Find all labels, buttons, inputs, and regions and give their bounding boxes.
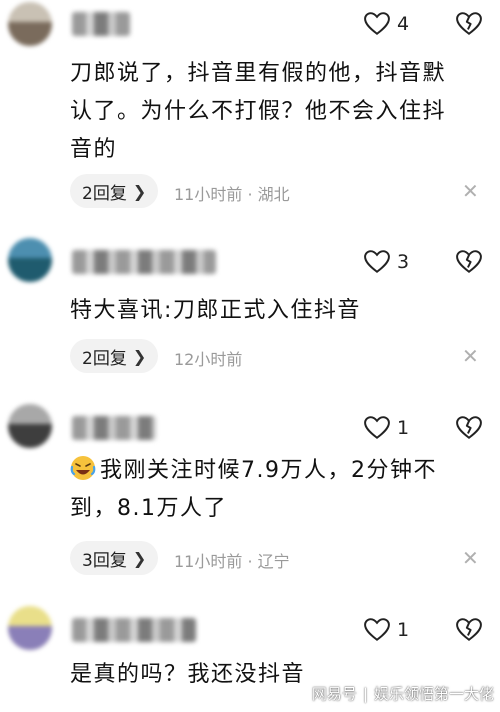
comment-line: 到，8.1万人了 (70, 496, 227, 521)
watermark-source: 网易号 (311, 685, 357, 703)
view-replies-button[interactable]: 3回复 ❯ (70, 541, 159, 575)
watermark-separator: | (362, 684, 368, 703)
avatar[interactable] (8, 606, 52, 650)
like-count: 3 (397, 251, 410, 273)
like-button[interactable]: 1 (364, 618, 409, 642)
chevron-right-icon: ❯ (132, 181, 147, 201)
heart-outline-icon (364, 12, 390, 35)
like-button[interactable]: 4 (364, 12, 409, 36)
dislike-button[interactable] (456, 250, 482, 278)
comment-line-text: 我刚关注时候7.9万人，2分钟不 (100, 458, 437, 483)
like-count: 4 (397, 13, 410, 35)
username-blurred[interactable] (72, 12, 130, 36)
comment-text: 特大喜讯:刀郎正式入住抖音 (70, 292, 484, 330)
watermark: 网易号 | 娱乐领悟第一大佬 (312, 683, 494, 704)
reply-label: 2回复 (82, 183, 127, 204)
dislike-button[interactable] (456, 12, 482, 40)
username-blurred[interactable] (72, 618, 196, 642)
dislike-button[interactable] (456, 618, 482, 646)
view-replies-button[interactable]: 2回复 ❯ (70, 174, 159, 208)
comment-line: 我刚关注时候7.9万人，2分钟不 (70, 452, 484, 490)
avatar[interactable] (8, 2, 52, 46)
username-blurred[interactable] (72, 416, 156, 440)
chevron-right-icon: ❯ (132, 346, 147, 366)
reply-label: 2回复 (82, 348, 127, 369)
heart-outline-icon (364, 250, 390, 273)
comment-line: 音的 (70, 137, 118, 162)
comment-meta: 11小时前 · 湖北 (174, 185, 290, 204)
close-icon[interactable]: ✕ (462, 546, 479, 570)
comment-meta: 11小时前 · 辽宁 (174, 552, 290, 571)
close-icon[interactable]: ✕ (462, 344, 479, 368)
like-count: 1 (397, 417, 410, 439)
broken-heart-icon (456, 250, 482, 273)
laughing-crying-emoji (70, 456, 96, 480)
avatar[interactable] (8, 404, 52, 448)
comment-line: 认了。为什么不打假？他不会入住抖 (70, 99, 447, 124)
username-blurred[interactable] (72, 250, 216, 274)
dislike-button[interactable] (456, 416, 482, 444)
comment-line: 刀郎说了，抖音里有假的他，抖音默 (70, 61, 447, 86)
watermark-author: 娱乐领悟第一大佬 (373, 685, 494, 703)
like-button[interactable]: 1 (364, 416, 409, 440)
avatar[interactable] (8, 238, 52, 282)
reply-label: 3回复 (82, 550, 127, 571)
broken-heart-icon (456, 12, 482, 35)
broken-heart-icon (456, 416, 482, 439)
comment-line: 特大喜讯:刀郎正式入住抖音 (70, 298, 361, 323)
view-replies-button[interactable]: 2回复 ❯ (70, 339, 159, 373)
chevron-right-icon: ❯ (132, 548, 147, 568)
like-button[interactable]: 3 (364, 250, 409, 274)
heart-outline-icon (364, 618, 390, 641)
broken-heart-icon (456, 618, 482, 641)
comment-text: 刀郎说了，抖音里有假的他，抖音默 认了。为什么不打假？他不会入住抖 音的 (70, 55, 484, 169)
close-icon[interactable]: ✕ (462, 179, 479, 203)
comment-text: 我刚关注时候7.9万人，2分钟不 到，8.1万人了 (70, 452, 484, 528)
like-count: 1 (397, 619, 410, 641)
heart-outline-icon (364, 416, 390, 439)
comment-meta: 12小时前 (174, 350, 243, 369)
